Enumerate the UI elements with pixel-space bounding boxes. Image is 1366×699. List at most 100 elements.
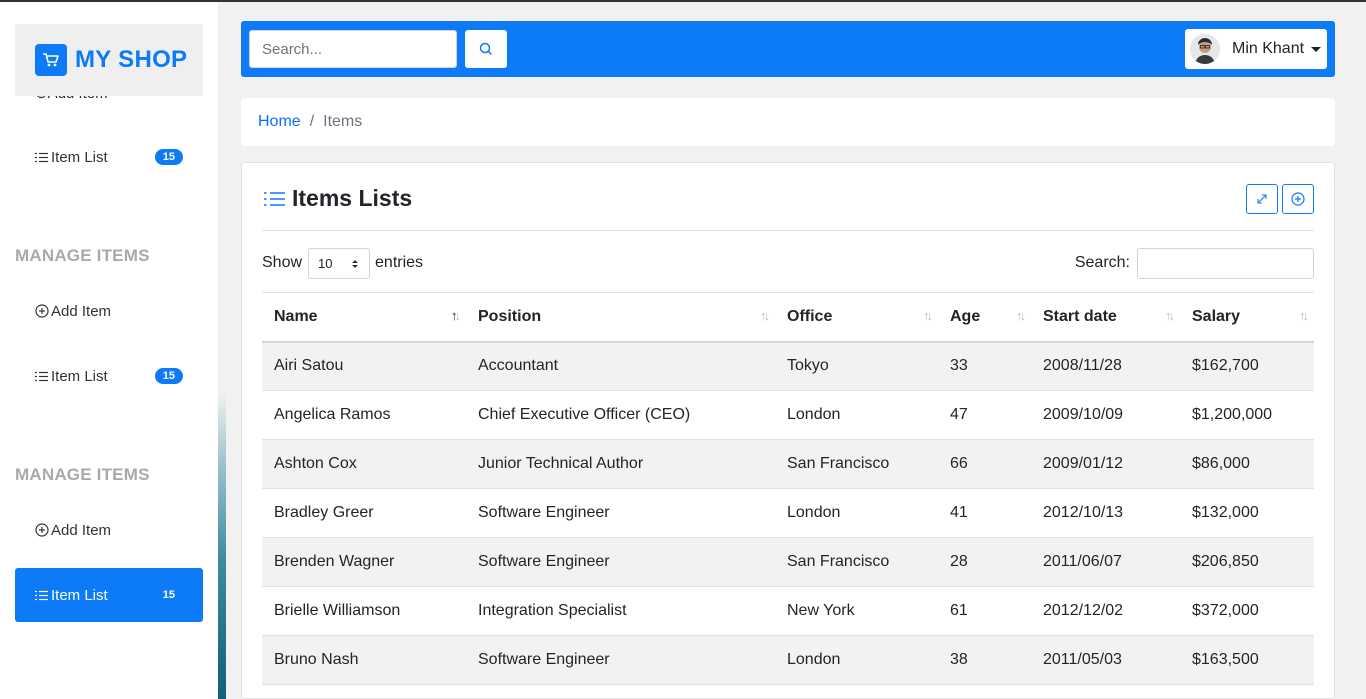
sidebar-item-list-active[interactable]: Item List 15 — [15, 568, 203, 622]
cell-age: 33 — [938, 341, 1031, 391]
sidebar-item-label: Item List — [51, 148, 108, 166]
cell-salary: $162,700 — [1180, 341, 1314, 391]
cell-age: 28 — [938, 537, 1031, 587]
table-row: Bradley Greer Software Engineer London 4… — [262, 488, 1314, 538]
cell-position: Junior Technical Author — [466, 439, 775, 489]
cell-name: Airi Satou — [262, 341, 466, 391]
cell-start-date: 2008/11/28 — [1031, 341, 1180, 391]
breadcrumb-separator: / — [309, 113, 315, 130]
chevron-down-icon — [1311, 46, 1322, 52]
column-header-name[interactable]: Name ↑↓ — [262, 292, 466, 343]
cell-name: Angelica Ramos — [262, 390, 466, 440]
cell-salary: $1,200,000 — [1180, 390, 1314, 440]
sidebar-item-label: Item List — [51, 586, 108, 604]
cell-name: Brenden Wagner — [262, 537, 466, 587]
cell-name: Bruno Nash — [262, 635, 466, 685]
entries-value: 10 — [318, 255, 333, 271]
search-label: Search: — [1074, 254, 1130, 271]
expand-icon — [1257, 194, 1267, 204]
sort-icon: ↑↓ — [760, 308, 770, 323]
cell-position: Accountant — [466, 341, 775, 391]
count-badge: 15 — [154, 368, 183, 384]
items-card: Items Lists Show 10 entries Search: Name… — [241, 162, 1335, 699]
breadcrumb: Home / Items — [241, 98, 1335, 146]
brand-logo[interactable]: MY SHOP — [15, 24, 203, 96]
search-button[interactable] — [465, 30, 507, 68]
sidebar-item-label: Item List — [51, 367, 108, 385]
list-icon — [35, 152, 50, 163]
table-row: Brenden Wagner Software Engineer San Fra… — [262, 537, 1314, 587]
list-icon — [35, 371, 50, 382]
sort-icon: ↑↓ — [1016, 308, 1026, 323]
sort-icon: ↑↓ — [1299, 308, 1309, 323]
select-arrows-icon — [351, 258, 359, 270]
section-title-manage-items: MANAGE ITEMS — [15, 246, 150, 265]
breadcrumb-home-link[interactable]: Home — [258, 113, 301, 131]
plus-circle-icon — [1291, 192, 1305, 206]
cell-start-date: 2011/06/07 — [1031, 537, 1180, 587]
sidebar-item-add-item[interactable]: Add Item — [15, 503, 203, 557]
avatar — [1190, 34, 1220, 64]
column-header-office[interactable]: Office ↑↓ — [775, 292, 938, 343]
cell-age: 61 — [938, 586, 1031, 636]
cell-age: 41 — [938, 488, 1031, 538]
cell-age: 38 — [938, 635, 1031, 685]
sidebar-item-list-2[interactable]: Item List 15 — [15, 349, 203, 403]
sort-icon: ↑↓ — [1165, 308, 1175, 323]
cell-office: London — [775, 390, 938, 440]
table-row: Ashton Cox Junior Technical Author San F… — [262, 439, 1314, 489]
breadcrumb-current: Items — [323, 113, 363, 130]
window-top-border — [0, 0, 1366, 2]
cell-office: San Francisco — [775, 439, 938, 489]
cell-salary: $163,500 — [1180, 635, 1314, 685]
cell-salary: $372,000 — [1180, 586, 1314, 636]
count-badge: 15 — [154, 149, 183, 165]
sidebar-scroll-edge — [218, 2, 226, 699]
cell-salary: $132,000 — [1180, 488, 1314, 538]
sidebar-item-add-item[interactable]: Add Item — [15, 284, 203, 338]
cell-position: Software Engineer — [466, 488, 775, 538]
sidebar-item-label: Add Item — [51, 521, 112, 539]
section-title-manage-items: MANAGE ITEMS — [15, 465, 150, 484]
table-row: Bruno Nash Software Engineer London 38 2… — [262, 635, 1314, 685]
cell-position: Software Engineer — [466, 537, 775, 587]
cell-salary: $206,850 — [1180, 537, 1314, 587]
table-header-row: Name ↑↓ Position ↑↓ Office ↑↓ Age ↑↓ Start d… — [262, 292, 1314, 343]
fullscreen-button[interactable] — [1246, 184, 1278, 214]
cell-name: Brielle Williamson — [262, 586, 466, 636]
cell-office: Tokyo — [775, 341, 938, 391]
table-search: Search: — [1075, 247, 1314, 279]
plus-circle-icon — [35, 523, 50, 537]
table-search-input[interactable] — [1137, 247, 1314, 279]
cell-office: San Francisco — [775, 537, 938, 587]
sidebar-item-list-1[interactable]: Item List 15 — [15, 130, 203, 184]
sidebar: ⊕Add Item MY SHOP Item List 15 MANAGE IT… — [0, 2, 218, 699]
cell-start-date: 2009/01/12 — [1031, 439, 1180, 489]
cell-start-date: 2012/12/02 — [1031, 586, 1180, 636]
user-menu-button[interactable]: Min Khant — [1185, 29, 1327, 69]
column-header-age[interactable]: Age ↑↓ — [938, 292, 1031, 343]
cell-office: London — [775, 635, 938, 685]
card-title-text: Items Lists — [292, 185, 413, 211]
brand-name: MY SHOP — [75, 46, 188, 73]
search-icon — [479, 42, 493, 56]
add-item-button[interactable] — [1282, 184, 1314, 214]
shopping-cart-icon — [35, 44, 67, 76]
cell-salary: $86,000 — [1180, 439, 1314, 489]
user-name: Min Khant — [1232, 40, 1305, 57]
sidebar-item-label: Add Item — [51, 302, 112, 320]
count-badge: 15 — [162, 589, 175, 601]
cell-start-date: 2009/10/09 — [1031, 390, 1180, 440]
entries-length: Show 10 entries — [262, 247, 423, 279]
cell-age: 66 — [938, 439, 1031, 489]
column-header-salary[interactable]: Salary ↑↓ — [1180, 292, 1314, 343]
search-input[interactable] — [249, 30, 457, 68]
column-header-start-date[interactable]: Start date ↑↓ — [1031, 292, 1180, 343]
list-icon — [264, 191, 286, 207]
entries-select[interactable]: 10 — [308, 247, 371, 279]
show-label: Show — [262, 254, 303, 271]
column-header-position[interactable]: Position ↑↓ — [466, 292, 775, 343]
sort-icon: ↑↓ — [451, 308, 461, 323]
cell-position: Integration Specialist — [466, 586, 775, 636]
page-title: Items Lists — [264, 185, 412, 212]
